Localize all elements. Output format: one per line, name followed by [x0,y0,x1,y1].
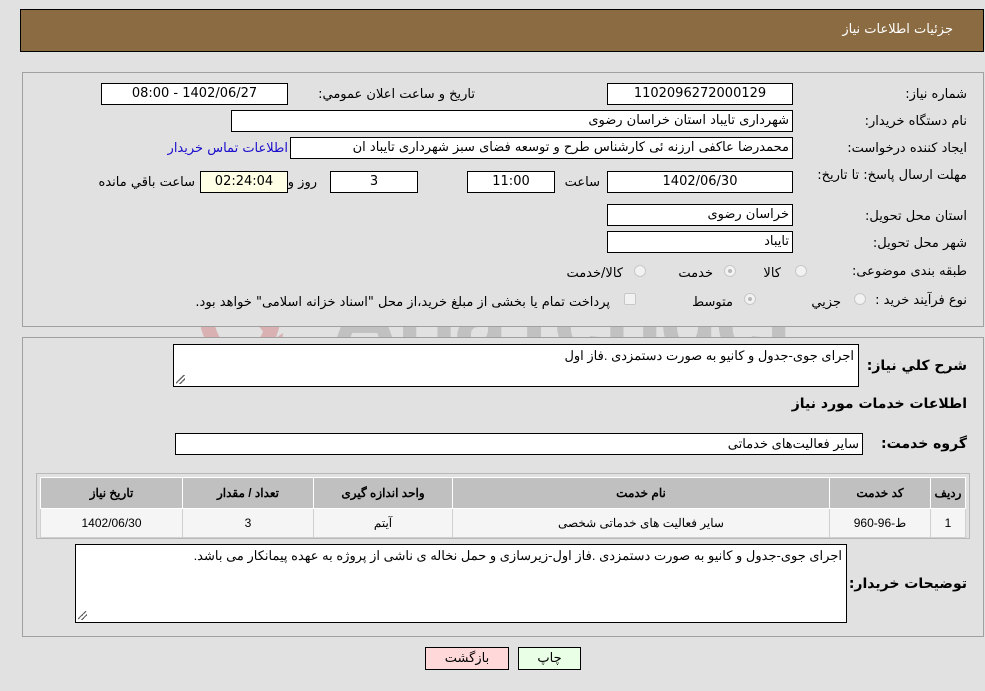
print-button[interactable]: چاپ [518,647,581,670]
services-heading: اطلاعات خدمات مورد نیاز [791,396,967,412]
deadline-label: مهلت ارسال پاسخ: تا تاریخ: [817,168,967,183]
days-remaining-field: 3 [330,171,418,193]
process-option-minor: جزيي [811,295,841,310]
category-label: طبقه بندی موضوعی: [851,264,967,279]
buyer-contact-link[interactable]: اطلاعات تماس خریدار [168,141,288,156]
province-field: خراسان رضوی [607,204,793,226]
category-option-goods: کالا [763,266,781,281]
table-header-row: ردیف کد خدمت نام خدمت واحد اندازه گیری ت… [40,477,966,509]
process-option-medium: متوسط [692,295,733,310]
need-number-label: شماره نیاز: [905,87,967,102]
creator-field: محمدرضا عاکفی ارزنه ئی کارشناس طرح و توس… [290,137,793,159]
cell-quantity: 3 [182,508,314,538]
service-group-field: سایر فعالیت‌های خدماتی [175,433,863,455]
need-number-field: 1102096272000129 [607,83,793,105]
back-button[interactable]: بازگشت [425,647,509,670]
cell-row-number: 1 [930,508,966,538]
page-header: جزئیات اطلاعات نیاز [20,9,984,52]
remaining-time-label: ساعت باقي مانده [98,175,195,190]
process-type-label: نوع فرآیند خرید : [875,293,967,308]
remaining-time-field: 02:24:04 [200,171,288,193]
announce-date-field: 1402/06/27 - 08:00 [101,83,288,105]
buyer-notes-label: توضیحات خریدار: [848,576,967,592]
page-title: جزئیات اطلاعات نیاز [842,22,953,37]
col-header-service-name: نام خدمت [452,477,830,509]
col-header-quantity: تعداد / مقدار [182,477,314,509]
summary-textarea[interactable]: اجرای جوی-جدول و کانیو به صورت دستمزدی .… [173,344,859,387]
cell-unit: آیتم [313,508,453,538]
treasury-note: پرداخت تمام یا بخشی از مبلغ خرید،از محل … [195,295,610,310]
treasury-checkbox[interactable] [624,293,636,305]
process-radio-minor[interactable] [854,293,866,305]
col-header-row-number: ردیف [930,477,966,509]
resize-grip-icon[interactable] [78,611,87,620]
buyer-notes-textarea[interactable]: اجرای جوی-جدول و کانیو به صورت دستمزدی .… [75,544,847,623]
category-radio-service[interactable] [724,265,736,277]
deadline-time-field: 11:00 [467,171,555,193]
days-label: روز و [287,175,317,190]
col-header-service-code: کد خدمت [829,477,931,509]
summary-label: شرح کلي نیاز: [866,358,967,374]
col-header-unit: واحد اندازه گیری [313,477,453,509]
services-table: ردیف کد خدمت نام خدمت واحد اندازه گیری ت… [40,477,966,538]
announce-date-label: تاریخ و ساعت اعلان عمومي: [318,87,475,102]
cell-service-code: ط-96-960 [829,508,931,538]
deadline-time-label: ساعت [564,175,600,190]
city-field: تایباد [607,231,793,253]
category-radio-goods-service[interactable] [634,265,646,277]
cell-need-date: 1402/06/30 [40,508,183,538]
buyer-org-field: شهرداری تایباد استان خراسان رضوی [231,110,793,132]
process-radio-medium[interactable] [744,293,756,305]
category-radio-goods[interactable] [795,265,807,277]
buyer-org-label: نام دستگاه خریدار: [864,114,967,129]
buyer-notes-text: اجرای جوی-جدول و کانیو به صورت دستمزدی .… [193,548,842,563]
col-header-need-date: تاریخ نیاز [40,477,183,509]
creator-label: ایجاد کننده درخواست: [847,141,967,156]
deadline-date-field: 1402/06/30 [607,171,793,193]
city-label: شهر محل تحویل: [872,236,967,251]
table-row: 1 ط-96-960 سایر فعالیت های خدماتی شخصی آ… [40,508,966,538]
province-label: استان محل تحویل: [865,209,967,224]
service-group-label: گروه خدمت: [881,436,967,452]
category-option-goods-service: کالا/خدمت [566,266,623,281]
category-option-service: خدمت [678,266,713,281]
summary-text: اجرای جوی-جدول و کانیو به صورت دستمزدی .… [564,348,854,363]
cell-service-name: سایر فعالیت های خدماتی شخصی [452,508,830,538]
resize-grip-icon[interactable] [176,375,185,384]
